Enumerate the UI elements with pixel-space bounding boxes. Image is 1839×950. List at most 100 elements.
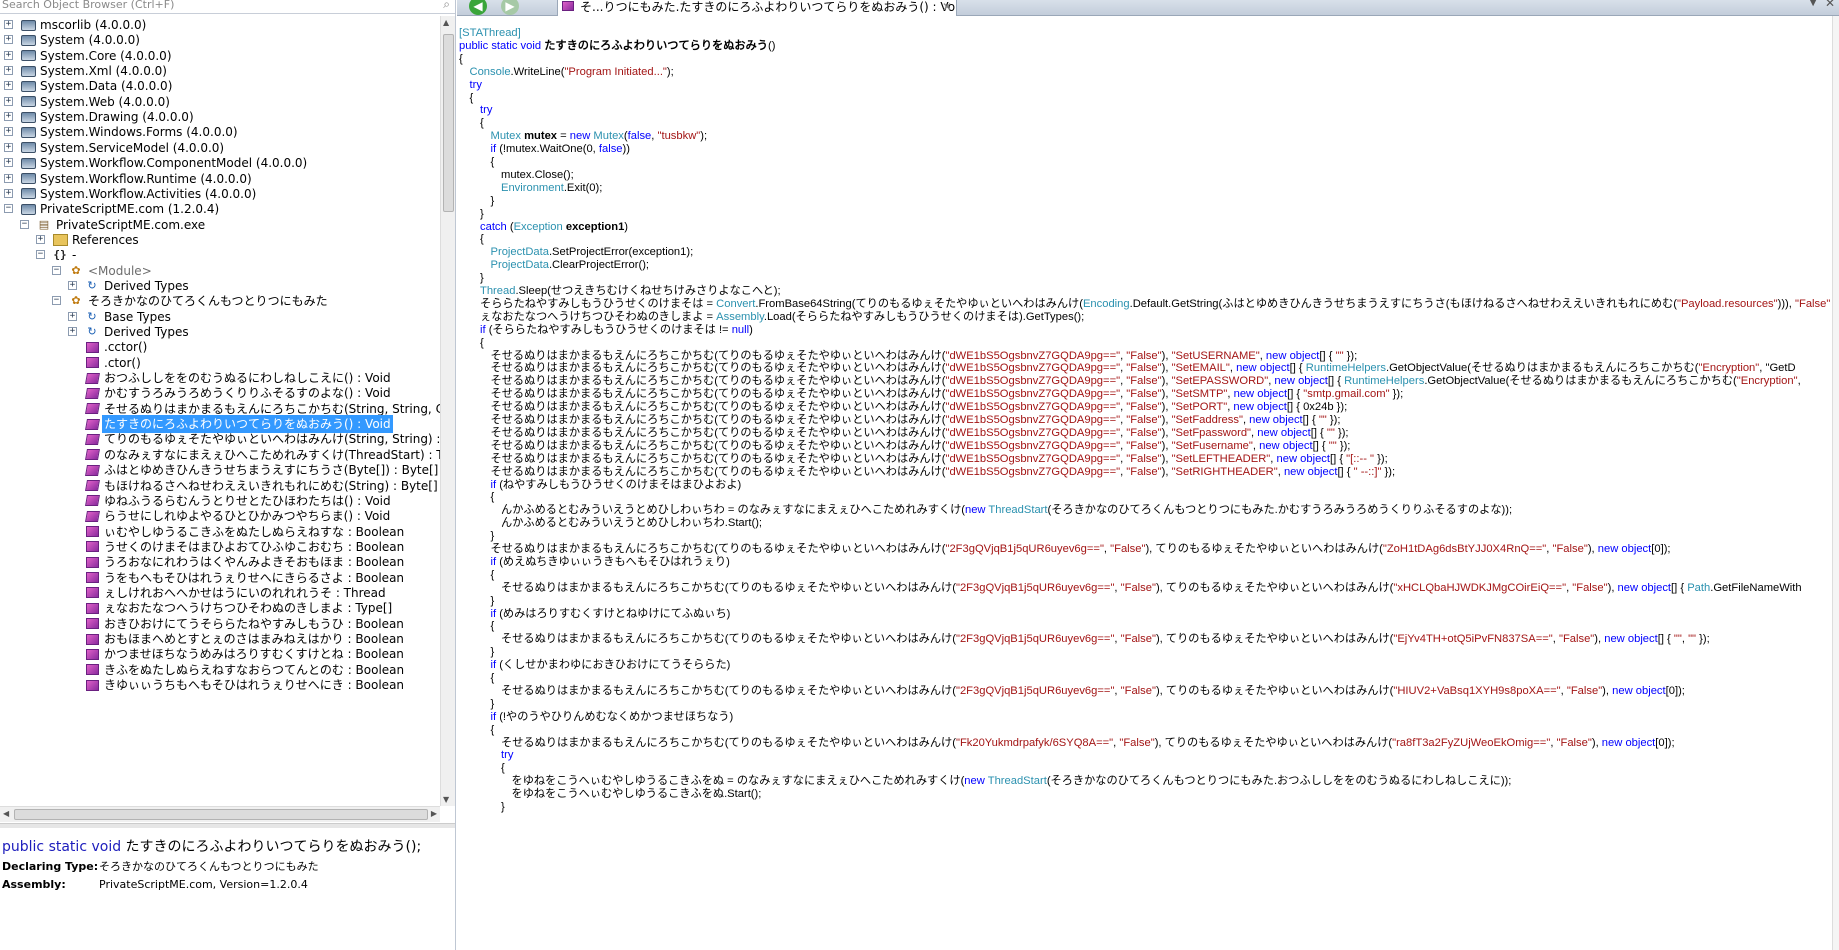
field-icon [84,617,100,631]
expand-icon[interactable]: + [4,142,13,152]
code-token: .WriteLine( [510,65,565,78]
code-line: Console.WriteLine("Program Initiated..."… [470,65,674,80]
code-token: .SetProjectError(exception1); [548,246,694,259]
code-token: .Load(そららたねやすみしもうひうせくのけまそは).GetTypes(); [763,310,1085,323]
code-line: そせるぬりはまかまるもえんにろちこかちむ(てりのもるゆぇそたやゆぃといへわはみん… [501,684,1685,699]
expand-icon[interactable]: + [68,327,77,336]
scrollbar-thumb[interactable] [14,809,428,820]
code-token: RuntimeHelpers [1305,362,1386,375]
code-token: try [501,749,514,762]
code-token: object [1635,684,1666,697]
code-token: { [459,52,463,65]
code-token: object [1282,439,1313,452]
namespace-icon: {} [53,248,67,262]
expand-icon[interactable]: + [4,96,13,106]
code-token: "False" [1552,543,1588,555]
code-token: new [1233,388,1258,401]
code-editor[interactable]: [STAThread] public static void たすきのにろふよわり… [457,26,1832,950]
code-token: catch [480,220,510,233]
scroll-up-icon[interactable]: ▲ [443,18,449,27]
expand-icon[interactable]: + [4,188,13,198]
scroll-right-icon[interactable]: ▶ [431,809,437,818]
tab-decompiled-method[interactable]: そ...りつにもみた.たすきのにろふよわりいつてらりをぬおみう() : Void… [557,0,957,16]
code-token: [0]); [1655,736,1675,749]
expand-icon[interactable]: + [4,50,13,60]
search-input[interactable]: Search Object Browser (Ctrl+F) [2,0,174,11]
expand-icon[interactable]: + [4,127,13,137]
forward-arrow-icon[interactable]: ▶ [501,0,519,15]
code-token: [] { [1287,388,1304,401]
expand-icon[interactable]: + [4,158,13,168]
code-token: [STAThread] [459,27,521,39]
code-token: ), [1161,388,1172,401]
code-token: "dWE1bS5OgsbnvZ7GQDA9pg==" [945,349,1121,362]
assembly-icon [20,33,36,47]
close-icon[interactable]: ✕ [942,0,952,15]
expand-icon[interactable]: + [4,173,13,183]
code-token: "dWE1bS5OgsbnvZ7GQDA9pg==" [945,375,1121,388]
search-icon[interactable]: ⌕ [443,0,450,12]
expand-icon[interactable]: + [4,81,13,91]
back-arrow-icon[interactable]: ◀ [469,0,487,15]
code-token: そせるぬりはまかまるもえんにろちこかちむ(てりのもるゆぇそたやゆぃといへわはみん… [490,349,946,362]
collapse-icon[interactable]: − [52,296,61,306]
code-token: object [1280,426,1311,439]
code-token: "False" [1126,362,1162,375]
expand-icon[interactable]: + [4,112,13,122]
method-icon [84,509,100,523]
expand-icon[interactable]: + [68,280,77,290]
code-token: "False" [1566,684,1603,697]
folder-icon [52,233,68,247]
code-token: ), [1161,414,1172,426]
field-icon [84,601,100,615]
expand-icon[interactable]: + [36,234,45,244]
code-token: if [480,323,489,336]
expand-icon[interactable]: + [68,311,77,321]
collapse-icon[interactable]: − [36,250,45,260]
expand-icon[interactable]: + [4,35,13,45]
code-token: [] { [1337,465,1354,478]
code-token: "False" [1126,452,1162,465]
code-token: ), [1161,349,1172,362]
code-token: "2F3gQVjqB1j5qUR6uyev6g==" [955,684,1115,697]
code-token: "ra8fT3a2FyZUjWeoEkOmig==" [1392,736,1551,749]
code-token: [] { [1289,362,1306,375]
code-token: try [469,78,482,91]
collapse-icon[interactable]: − [4,204,13,214]
expand-icon[interactable]: + [4,66,13,76]
tree-horizontal-scrollbar[interactable]: ◀ ▶ [0,806,440,822]
search-box[interactable]: Search Object Browser (Ctrl+F) ⌕ [0,0,455,14]
code-token: Thread [480,285,516,297]
code-token: ThreadStart [988,504,1048,517]
code-token: } [490,646,495,659]
code-token: object [1300,452,1330,465]
code-token: .Exit(0); [563,181,603,194]
code-token: object [1298,375,1328,388]
code-line: をゆねをこうへぃむやしゆうるこきふをぬ.Start(); [512,787,762,802]
code-token: ), てりのもるゆぇそたやゆぃといへわはみんけ( [1145,543,1383,555]
code-token: ProjectData [490,246,549,259]
scroll-left-icon[interactable]: ◀ [3,809,9,818]
code-token: ), [1161,465,1172,478]
code-token: object [1625,736,1656,749]
code-token: object [1257,388,1288,401]
code-token: }); [1334,426,1349,439]
code-token: { [469,91,474,104]
chevron-down-icon[interactable]: ▼ [1809,0,1817,8]
assembly-row: Assembly: PrivateScriptME.com, Version=1.… [2,876,454,894]
code-line: } [501,800,505,815]
code-token: [] { [1312,439,1329,452]
code-token: そせるぬりはまかまるもえんにろちこかちむ(てりのもるゆぇそたやゆぃといへわはみん… [490,375,946,388]
scrollbar-thumb[interactable] [443,34,454,212]
collapse-icon[interactable]: − [52,265,61,275]
code-token: "" [1673,633,1682,646]
code-token: "dWE1bS5OgsbnvZ7GQDA9pg==" [945,401,1121,414]
code-token: "False" [1126,375,1162,388]
tree-vertical-scrollbar[interactable]: ▲ ▼ [440,16,455,806]
code-vertical-scrollbar[interactable] [1832,16,1839,950]
expand-icon[interactable]: + [4,20,13,29]
scroll-down-icon[interactable]: ▼ [443,795,449,804]
collapse-icon[interactable]: − [20,219,29,229]
code-token: new [1604,633,1628,646]
close-icon[interactable]: ✕ [1825,0,1835,10]
